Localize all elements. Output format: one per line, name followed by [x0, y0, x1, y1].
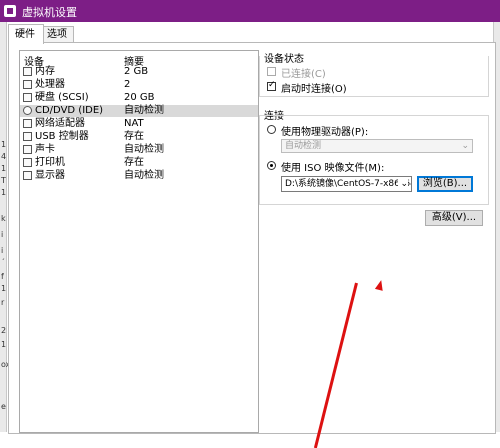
physical-drive-select[interactable]: 自动检测 ⌄	[281, 139, 473, 153]
bg-fragment: 4	[1, 152, 7, 161]
browse-button[interactable]: 浏览(B)...	[417, 176, 473, 192]
device-name: 硬盘 (SCSI)	[35, 92, 89, 103]
iso-path-combobox[interactable]: D:\系统镜像\CentOS-7-x86_64 ⌄	[281, 176, 412, 192]
device-row-printer[interactable]: 打印机 存在	[20, 157, 258, 169]
device-summary: NAT	[124, 118, 144, 129]
advanced-button[interactable]: 高级(V)...	[425, 210, 483, 226]
memory-icon	[23, 67, 32, 76]
hardware-panel: 设备 摘要 内存 2 GB 处理器 2 硬盘 (SCSI) 20 GB CD/D…	[8, 42, 496, 434]
printer-icon	[23, 158, 32, 167]
device-summary: 自动检测	[124, 170, 164, 181]
device-row-hard-disk[interactable]: 硬盘 (SCSI) 20 GB	[20, 92, 258, 104]
device-summary: 20 GB	[124, 92, 155, 103]
hard-disk-icon	[23, 93, 32, 102]
iso-path-value: D:\系统镜像\CentOS-7-x86_64	[285, 179, 412, 189]
bg-fragment: T	[1, 176, 6, 185]
bg-fragment: e	[1, 402, 6, 411]
device-row-sound-card[interactable]: 声卡 自动检测	[20, 144, 258, 156]
device-name: CD/DVD (IDE)	[35, 105, 104, 116]
physical-drive-radio[interactable]	[267, 125, 276, 134]
device-row-processor[interactable]: 处理器 2	[20, 79, 258, 91]
window-title: 虚拟机设置	[22, 6, 77, 19]
bg-fragment: i	[1, 246, 4, 255]
device-name: USB 控制器	[35, 131, 89, 142]
device-row-display[interactable]: 显示器 自动检测	[20, 170, 258, 182]
bg-fragment: 1	[1, 164, 7, 173]
device-list-header: 设备 摘要	[20, 53, 258, 68]
iso-image-radio[interactable]	[267, 161, 276, 170]
connected-label: 已连接(C)	[281, 69, 326, 80]
chevron-down-icon[interactable]: ⌄	[398, 177, 408, 191]
bg-fragment: i	[1, 230, 4, 239]
device-row-network-adapter[interactable]: 网络适配器 NAT	[20, 118, 258, 130]
device-summary: 存在	[124, 131, 144, 142]
display-icon	[23, 171, 32, 180]
device-summary: 存在	[124, 157, 144, 168]
cpu-icon	[23, 80, 32, 89]
bg-fragment: r	[1, 298, 5, 307]
network-adapter-icon	[23, 119, 32, 128]
bg-fragment: 1	[1, 284, 7, 293]
device-name: 打印机	[35, 157, 65, 168]
device-name: 处理器	[35, 79, 65, 90]
bg-fragment: ´	[1, 258, 5, 267]
physical-drive-value: 自动检测	[285, 141, 322, 151]
bg-fragment: k	[1, 214, 6, 223]
connect-at-power-on-label: 启动时连接(O)	[281, 84, 347, 95]
device-summary: 2 GB	[124, 66, 149, 77]
bg-fragment: f	[1, 272, 4, 281]
iso-image-label: 使用 ISO 映像文件(M):	[281, 163, 385, 174]
chevron-down-icon: ⌄	[461, 141, 469, 151]
bg-fragment: 1	[1, 340, 7, 349]
bg-fragment: 1	[1, 188, 7, 197]
device-list[interactable]: 设备 摘要 内存 2 GB 处理器 2 硬盘 (SCSI) 20 GB CD/D…	[19, 50, 259, 433]
vmware-app-icon	[4, 5, 16, 17]
device-name: 显示器	[35, 170, 65, 181]
tab-options[interactable]: 选项	[40, 26, 74, 43]
usb-icon	[23, 132, 32, 141]
device-row-cd-dvd[interactable]: CD/DVD (IDE) 自动检测	[20, 105, 258, 117]
tab-hardware[interactable]: 硬件	[8, 24, 44, 44]
device-name: 网络适配器	[35, 118, 85, 129]
physical-drive-label: 使用物理驱动器(P):	[281, 127, 369, 138]
cd-dvd-icon	[23, 106, 32, 115]
device-name: 内存	[35, 66, 55, 77]
connect-at-power-on-checkbox[interactable]	[267, 80, 276, 91]
device-name: 声卡	[35, 144, 55, 155]
device-summary: 自动检测	[124, 105, 164, 116]
title-bar: 虚拟机设置	[0, 0, 500, 22]
background-window-left: 1 4 1 T 1 k i i ´ f 1 r 2 1 ox e	[0, 22, 10, 432]
device-row-memory[interactable]: 内存 2 GB	[20, 66, 258, 78]
device-summary: 2	[124, 79, 131, 90]
device-row-usb-controller[interactable]: USB 控制器 存在	[20, 131, 258, 143]
connected-checkbox[interactable]	[267, 67, 276, 76]
device-summary: 自动检测	[124, 144, 164, 155]
sound-card-icon	[23, 145, 32, 154]
bg-fragment: 1	[1, 140, 7, 149]
bg-fragment: 2	[1, 326, 7, 335]
